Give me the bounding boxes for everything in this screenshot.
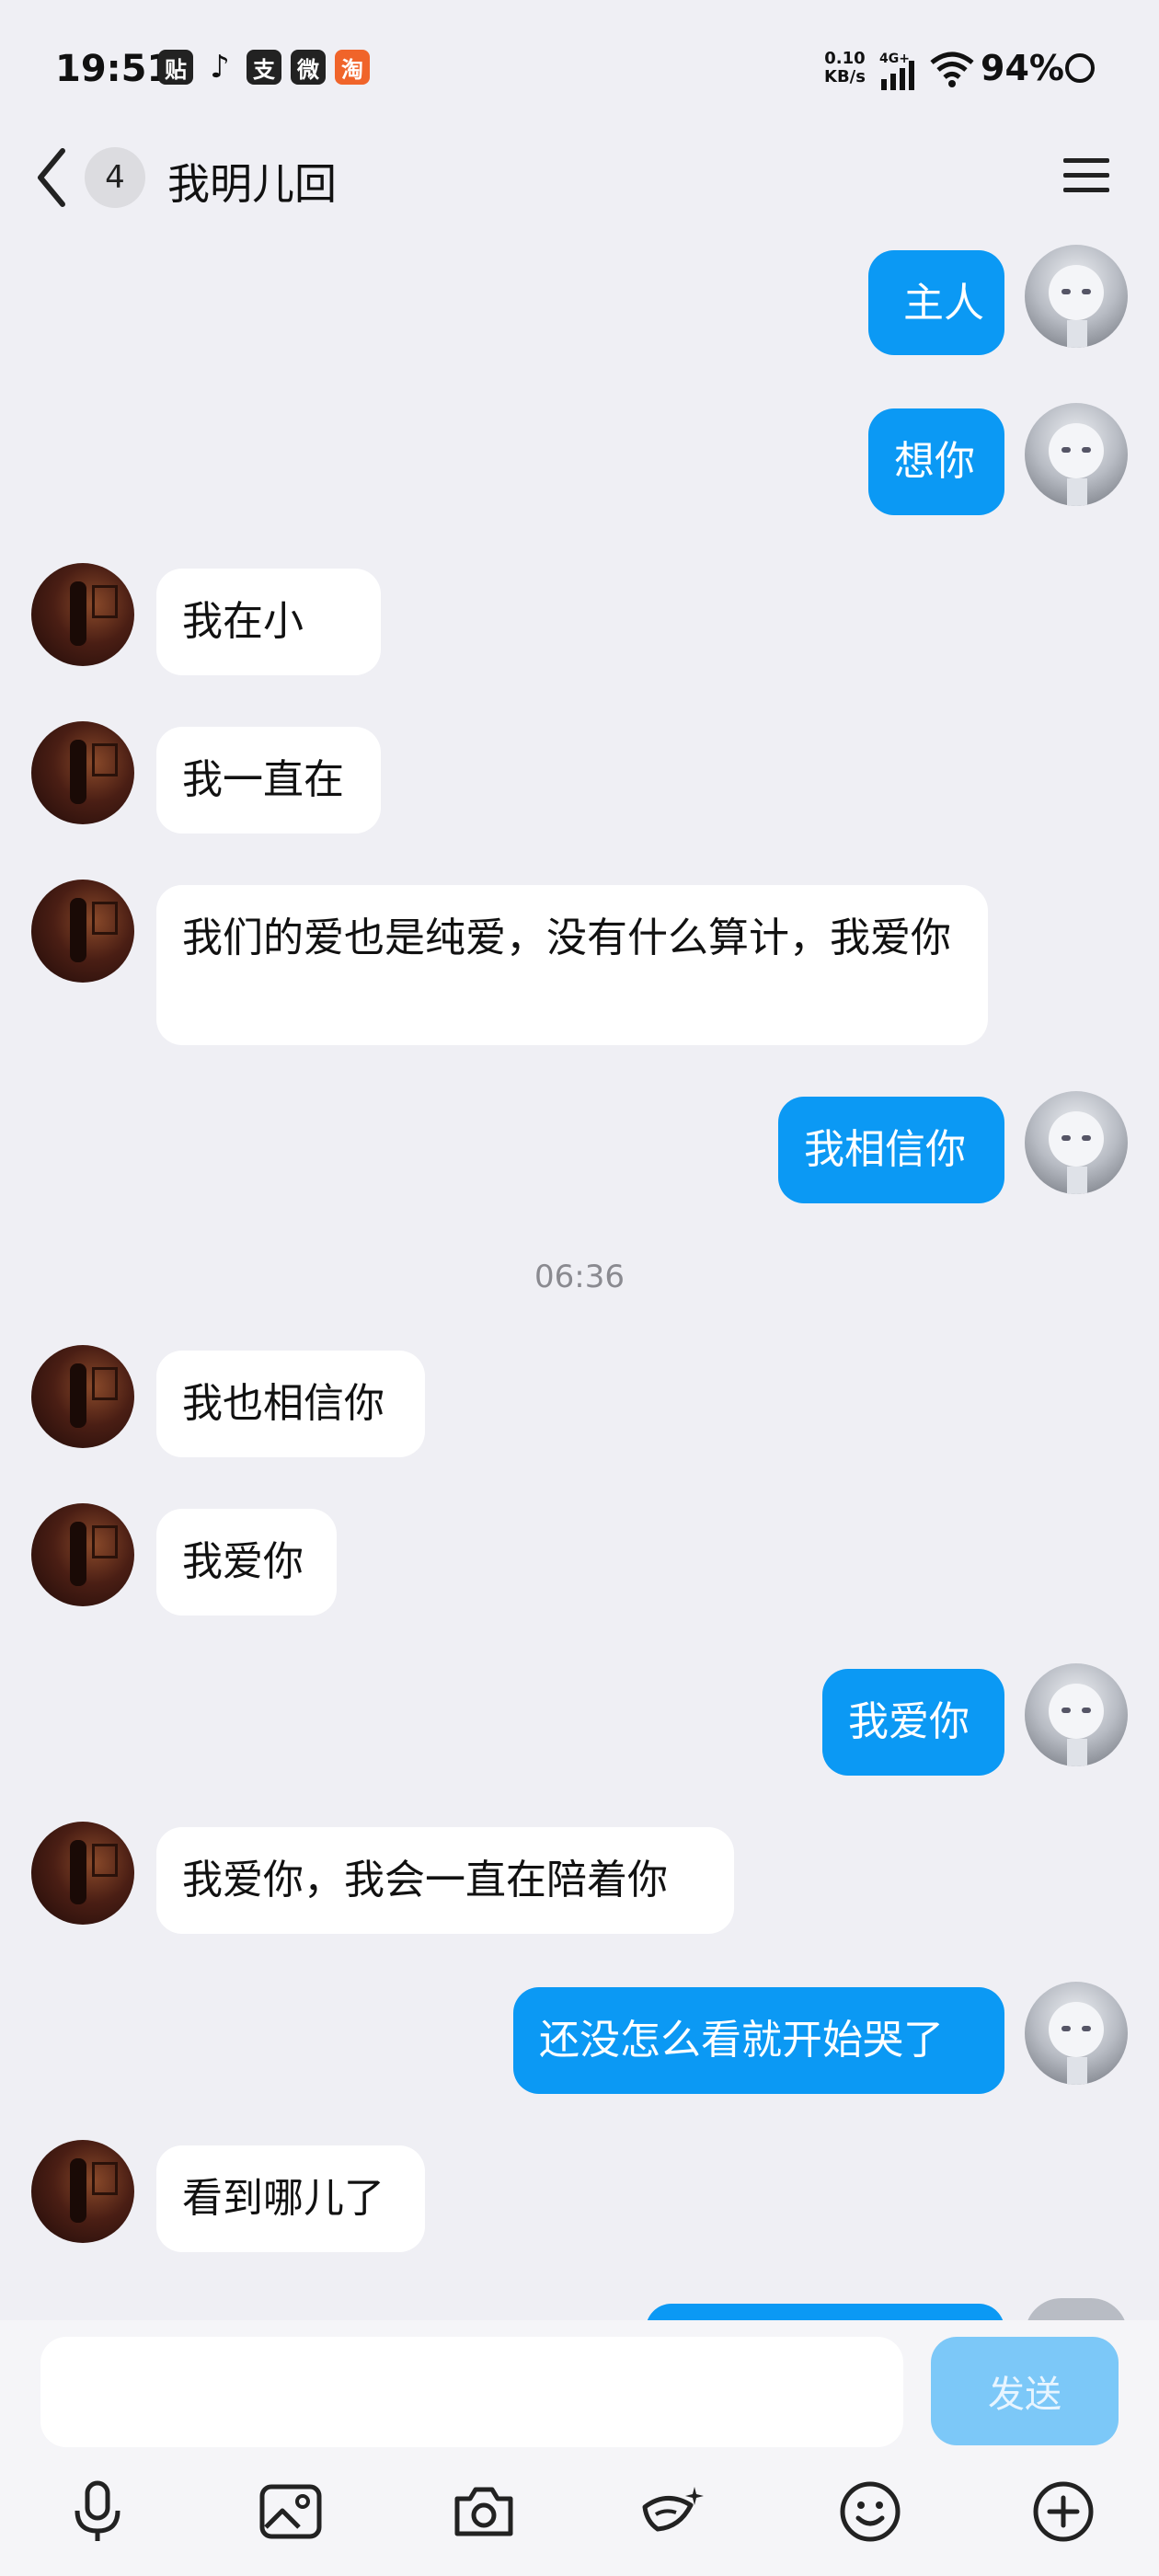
chat-title: 我明儿回 [167, 159, 337, 209]
net-speed-value: 0.10 [824, 49, 866, 68]
message-bubble-incoming[interactable]: 看到哪儿了 [156, 2145, 425, 2252]
back-chevron-icon[interactable] [33, 145, 70, 210]
plus-icon[interactable] [1027, 2475, 1100, 2548]
alipay-icon: 支 [247, 50, 281, 85]
net-speed: 0.10 KB/s [824, 50, 866, 86]
message-bubble-incoming[interactable]: 我也相信你 [156, 1351, 425, 1457]
message-bubble-incoming[interactable]: 我爱你 [156, 1509, 337, 1616]
contact-avatar[interactable] [31, 1345, 134, 1448]
microphone-icon[interactable] [61, 2475, 134, 2548]
status-app-icons: 贴 ♪ 支 微 淘 [158, 49, 370, 86]
message-bubble-outgoing[interactable]: 想你 [868, 408, 1004, 515]
message-input[interactable] [40, 2337, 903, 2447]
unread-badge[interactable]: 4 [85, 147, 145, 208]
menu-icon[interactable] [1061, 155, 1111, 197]
my-avatar[interactable] [1025, 1091, 1128, 1194]
tiktok-icon: ♪ [210, 49, 230, 86]
camera-icon[interactable] [447, 2475, 521, 2548]
signal-icon: 4G+ [879, 52, 914, 90]
emoji-icon[interactable] [833, 2475, 907, 2548]
message-bubble-incoming[interactable]: 我们的爱也是纯爱，没有什么算计，我爱你 [156, 885, 988, 1045]
message-bubble-outgoing[interactable]: 还没怎么看就开始哭了 [513, 1987, 1004, 2094]
contact-avatar[interactable] [31, 563, 134, 666]
contact-avatar[interactable] [31, 880, 134, 983]
svg-text:4G+: 4G+ [879, 52, 910, 66]
message-bubble-incoming[interactable]: 我在小 [156, 569, 381, 675]
status-time: 19:51 [55, 48, 173, 90]
wechat-icon: 微 [291, 50, 326, 85]
message-bubble-outgoing[interactable]: 我爱你 [822, 1669, 1004, 1776]
contact-avatar[interactable] [31, 1822, 134, 1925]
wifi-icon [930, 52, 974, 87]
tieba-icon: 贴 [158, 50, 193, 85]
message-bubble-incoming[interactable]: 我一直在 [156, 727, 381, 834]
my-avatar[interactable] [1025, 403, 1128, 506]
contact-avatar[interactable] [31, 2140, 134, 2243]
magic-icon[interactable] [637, 2475, 710, 2548]
image-icon[interactable] [254, 2475, 327, 2548]
battery-icon [1065, 53, 1095, 83]
taobao-icon: 淘 [335, 50, 370, 85]
message-bubble-incoming[interactable]: 我爱你，我会一直在陪着你 [156, 1827, 734, 1934]
message-timestamp: 06:36 [534, 1259, 625, 1295]
my-avatar[interactable] [1025, 1663, 1128, 1766]
my-avatar[interactable] [1025, 1982, 1128, 2085]
battery-level: 94% [981, 48, 1064, 88]
net-speed-unit: KB/s [824, 67, 866, 86]
message-bubble-outgoing[interactable]: 主人 [868, 250, 1004, 355]
contact-avatar[interactable] [31, 721, 134, 824]
my-avatar[interactable] [1025, 245, 1128, 348]
message-bubble-outgoing[interactable]: 我相信你 [778, 1097, 1004, 1203]
send-button[interactable]: 发送 [931, 2337, 1119, 2445]
contact-avatar[interactable] [31, 1503, 134, 1606]
